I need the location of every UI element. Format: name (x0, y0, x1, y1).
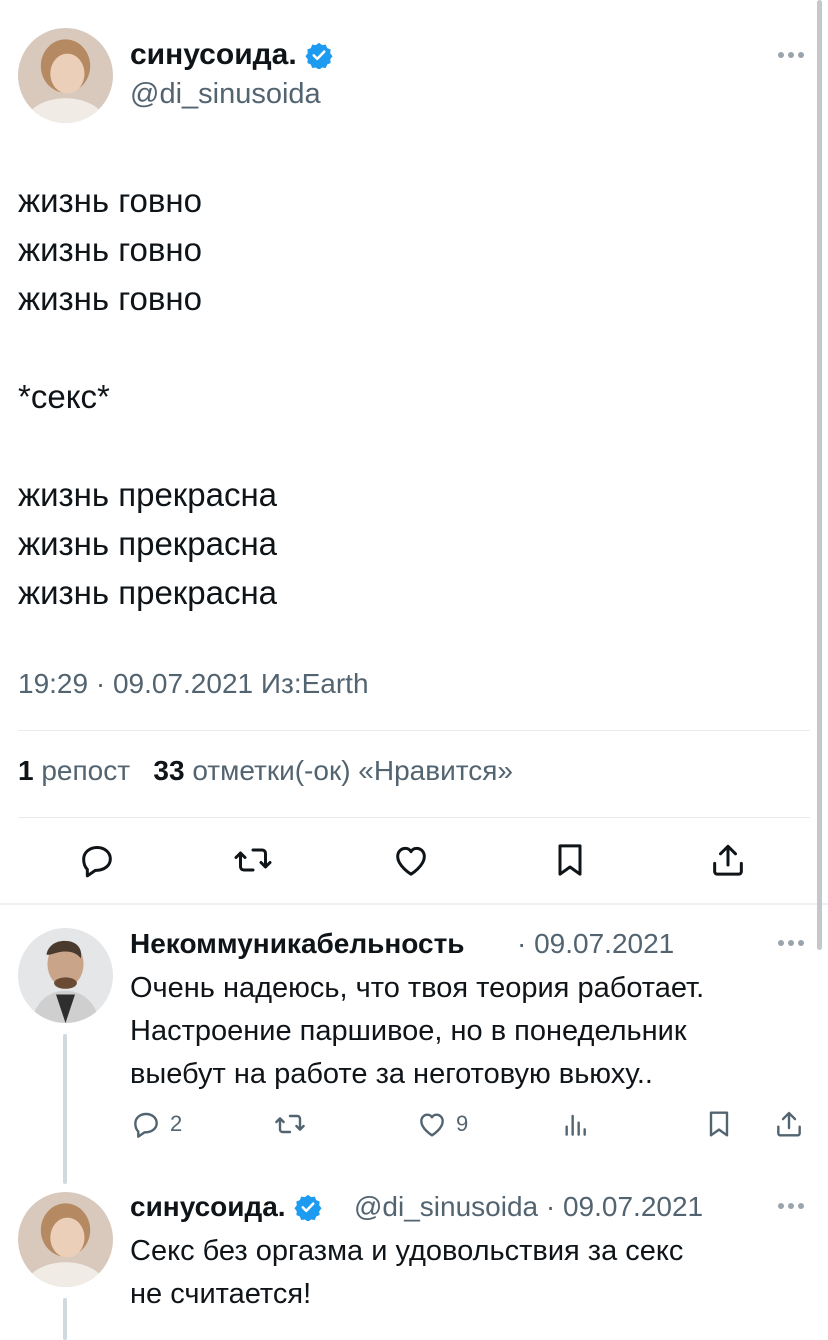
reply-text: Очень надеюсь, что твоя теория работает.… (130, 972, 705, 1090)
reposts-count[interactable]: 1 (18, 755, 34, 786)
scrollbar[interactable] (817, 0, 822, 950)
reply-text: Секс без оргазма и удовольствия за секс … (130, 1235, 684, 1310)
reply-icon (134, 1112, 158, 1138)
reply-views-action[interactable] (560, 1107, 592, 1141)
likes-label[interactable]: отметки(-ок) «Нравится» (192, 755, 513, 786)
reply-author-name[interactable]: синусоида. (130, 1191, 286, 1223)
engagement-stats: 1 репост 33 отметки(-ок) «Нравится» (18, 755, 513, 787)
verified-badge-icon (305, 42, 333, 69)
divider (18, 730, 810, 731)
more-options-icon[interactable] (778, 1201, 812, 1211)
repost-icon (275, 1114, 305, 1134)
reply-author-avatar[interactable] (18, 1192, 113, 1287)
author-handle[interactable]: @di_sinusoida (130, 78, 321, 111)
reposts-label[interactable]: репост (41, 755, 130, 786)
tweet-timestamp[interactable]: 19:29 · 09.07.2021 Из:Earth (18, 668, 369, 700)
reply-icon[interactable] (77, 840, 117, 880)
author-name[interactable]: синусоида. (130, 38, 297, 72)
divider (18, 817, 810, 818)
reply-share-action[interactable] (773, 1107, 805, 1141)
reply-count: 2 (170, 1111, 183, 1136)
reply-like-action[interactable]: 9 (416, 1107, 468, 1141)
reply-meta[interactable]: · 09.07.2021 (517, 928, 674, 960)
author-name-row[interactable]: синусоида. (130, 38, 333, 72)
reply-reply-action[interactable]: 2 (130, 1107, 182, 1141)
reply-bookmark-action[interactable] (703, 1107, 735, 1141)
tweet-text: жизнь говно жизнь говно жизнь говно *сек… (18, 182, 278, 611)
section-divider (0, 903, 828, 905)
views-icon (565, 1114, 586, 1136)
verified-badge-icon (294, 1194, 322, 1221)
reply-author-name-row[interactable]: синусоида. (130, 1191, 322, 1223)
bookmark-icon (709, 1111, 729, 1137)
share-icon (777, 1111, 801, 1137)
like-icon (420, 1113, 444, 1137)
reply-meta[interactable]: @di_sinusoida · 09.07.2021 (354, 1191, 703, 1223)
thread-connector (63, 1298, 67, 1340)
more-options-icon[interactable] (778, 938, 812, 948)
author-avatar[interactable] (18, 28, 113, 123)
reply-author-avatar[interactable] (18, 928, 113, 1023)
share-icon[interactable] (708, 840, 748, 880)
like-count: 9 (456, 1111, 469, 1136)
reply-repost-action[interactable] (274, 1107, 306, 1141)
tweet-action-bar (0, 840, 828, 888)
reply-author-name[interactable]: Некоммуникабельность (130, 928, 465, 960)
more-options-icon[interactable] (778, 50, 812, 60)
bookmark-icon[interactable] (550, 840, 590, 880)
likes-count[interactable]: 33 (153, 755, 184, 786)
like-icon[interactable] (391, 840, 431, 880)
repost-icon[interactable] (233, 840, 273, 880)
thread-connector (63, 1034, 67, 1184)
